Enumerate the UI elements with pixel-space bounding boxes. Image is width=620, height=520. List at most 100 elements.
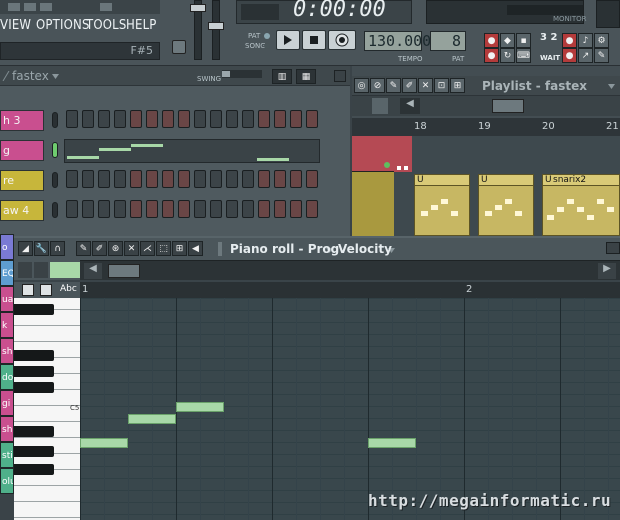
- magnet-icon[interactable]: ∩: [50, 241, 65, 256]
- black-key[interactable]: [14, 426, 54, 437]
- pattern-display[interactable]: 8: [430, 31, 466, 51]
- step-button[interactable]: [258, 200, 270, 218]
- piano-keyboard[interactable]: C5: [14, 298, 80, 520]
- playlist-red-clip[interactable]: [394, 136, 412, 172]
- step-button[interactable]: [130, 170, 142, 188]
- playlist-pattern-clip[interactable]: Usnarix2: [542, 174, 620, 236]
- piano-roll-mode[interactable]: Velocity: [338, 242, 392, 256]
- channel-select-led[interactable]: [52, 172, 58, 188]
- typing-keyboard-icon[interactable]: ⌨: [516, 48, 531, 63]
- step-button[interactable]: [306, 170, 318, 188]
- step-button[interactable]: [130, 200, 142, 218]
- delete-icon[interactable]: ⊛: [108, 241, 123, 256]
- step-button[interactable]: [274, 110, 286, 128]
- note-icon[interactable]: [372, 98, 388, 114]
- step-button[interactable]: [98, 170, 110, 188]
- channel-button[interactable]: g: [0, 140, 44, 161]
- swing-slider[interactable]: [222, 70, 262, 78]
- tempo-tap-button[interactable]: [172, 40, 186, 54]
- channel-strip-tab[interactable]: o: [0, 234, 14, 260]
- channel-select-led[interactable]: [52, 142, 58, 158]
- step-button[interactable]: [98, 200, 110, 218]
- step-button[interactable]: [82, 110, 94, 128]
- slice-icon[interactable]: ⋌: [140, 241, 155, 256]
- playlist-scroll-handle[interactable]: [492, 99, 524, 113]
- step-button[interactable]: [242, 200, 254, 218]
- piano-roll-note[interactable]: [80, 438, 128, 448]
- black-key[interactable]: [14, 464, 54, 475]
- tempo-display[interactable]: 130.000: [364, 31, 431, 51]
- step-button[interactable]: [194, 170, 206, 188]
- piano-roll-note[interactable]: [176, 402, 224, 412]
- channel-strip-tab[interactable]: EQ: [0, 260, 14, 286]
- white-key[interactable]: [14, 502, 80, 518]
- black-key[interactable]: [14, 446, 54, 457]
- pat-mode-led[interactable]: [264, 33, 270, 39]
- piano-roll-note[interactable]: [368, 438, 416, 448]
- step-button[interactable]: [146, 170, 158, 188]
- channel-button[interactable]: re: [0, 170, 44, 191]
- pencil-icon[interactable]: ✎: [386, 78, 401, 93]
- playlist-pattern-clip[interactable]: U: [478, 174, 534, 236]
- step-button[interactable]: [194, 200, 206, 218]
- step-button[interactable]: [274, 200, 286, 218]
- paint-icon[interactable]: ✐: [402, 78, 417, 93]
- zoom-icon[interactable]: ⊞: [172, 241, 187, 256]
- snap-icon[interactable]: ◎: [354, 78, 369, 93]
- step-button[interactable]: [146, 200, 158, 218]
- delete-icon[interactable]: ✕: [418, 78, 433, 93]
- menu-arrow-icon[interactable]: ◢: [18, 241, 33, 256]
- step-button[interactable]: [178, 170, 190, 188]
- step-button[interactable]: [306, 200, 318, 218]
- step-button[interactable]: [178, 200, 190, 218]
- step-sequencer-icon[interactable]: ▦: [296, 69, 316, 84]
- step-button[interactable]: [66, 170, 78, 188]
- step-button[interactable]: [178, 110, 190, 128]
- loop-icon[interactable]: ↻: [500, 48, 515, 63]
- graph-editor-icon[interactable]: ▥: [272, 69, 292, 84]
- step-button[interactable]: [114, 200, 126, 218]
- step-button[interactable]: [290, 200, 302, 218]
- channel-strip-tab[interactable]: sh: [0, 416, 14, 442]
- auto-scroll-icon[interactable]: ●: [562, 48, 577, 63]
- step-button[interactable]: [98, 110, 110, 128]
- step-button[interactable]: [162, 170, 174, 188]
- step-button[interactable]: [162, 200, 174, 218]
- piano-roll-note[interactable]: [128, 414, 176, 424]
- channel-button[interactable]: h 3: [0, 110, 44, 131]
- select-icon[interactable]: ⬚: [156, 241, 171, 256]
- white-key[interactable]: [14, 486, 80, 502]
- channel-button[interactable]: aw 4: [0, 200, 44, 221]
- chevron-down-icon[interactable]: [52, 74, 59, 79]
- channel-strip-tab[interactable]: gi: [0, 390, 14, 416]
- menu-options[interactable]: OPTIONS: [36, 18, 90, 33]
- channel-strip-tab[interactable]: sti: [0, 442, 14, 468]
- black-key[interactable]: [14, 366, 54, 377]
- record-button[interactable]: [328, 30, 356, 50]
- step-button[interactable]: [226, 200, 238, 218]
- black-key[interactable]: [14, 350, 54, 361]
- color-swatch[interactable]: [50, 262, 80, 278]
- scroll-handle[interactable]: [108, 264, 140, 278]
- step-button[interactable]: [82, 170, 94, 188]
- step-button[interactable]: [146, 110, 158, 128]
- step-button[interactable]: [242, 170, 254, 188]
- abc-label[interactable]: Abc: [60, 284, 77, 294]
- step-button[interactable]: [66, 200, 78, 218]
- step-button[interactable]: [210, 200, 222, 218]
- step-button[interactable]: [130, 110, 142, 128]
- step-button[interactable]: [290, 110, 302, 128]
- channel-strip-tab[interactable]: ua: [0, 286, 14, 312]
- close-icon[interactable]: [334, 70, 346, 82]
- scroll-left-button[interactable]: ◀: [84, 263, 102, 279]
- track-led[interactable]: [384, 162, 390, 168]
- step-button[interactable]: [66, 110, 78, 128]
- step-button[interactable]: [114, 170, 126, 188]
- song-mode-led[interactable]: [264, 43, 270, 49]
- white-key[interactable]: [14, 326, 80, 342]
- note-grid[interactable]: [80, 298, 620, 520]
- metronome-icon[interactable]: ●: [484, 33, 499, 48]
- step-button[interactable]: [258, 110, 270, 128]
- link-icon[interactable]: ✎: [594, 48, 609, 63]
- step-edit-icon[interactable]: ▪: [516, 33, 531, 48]
